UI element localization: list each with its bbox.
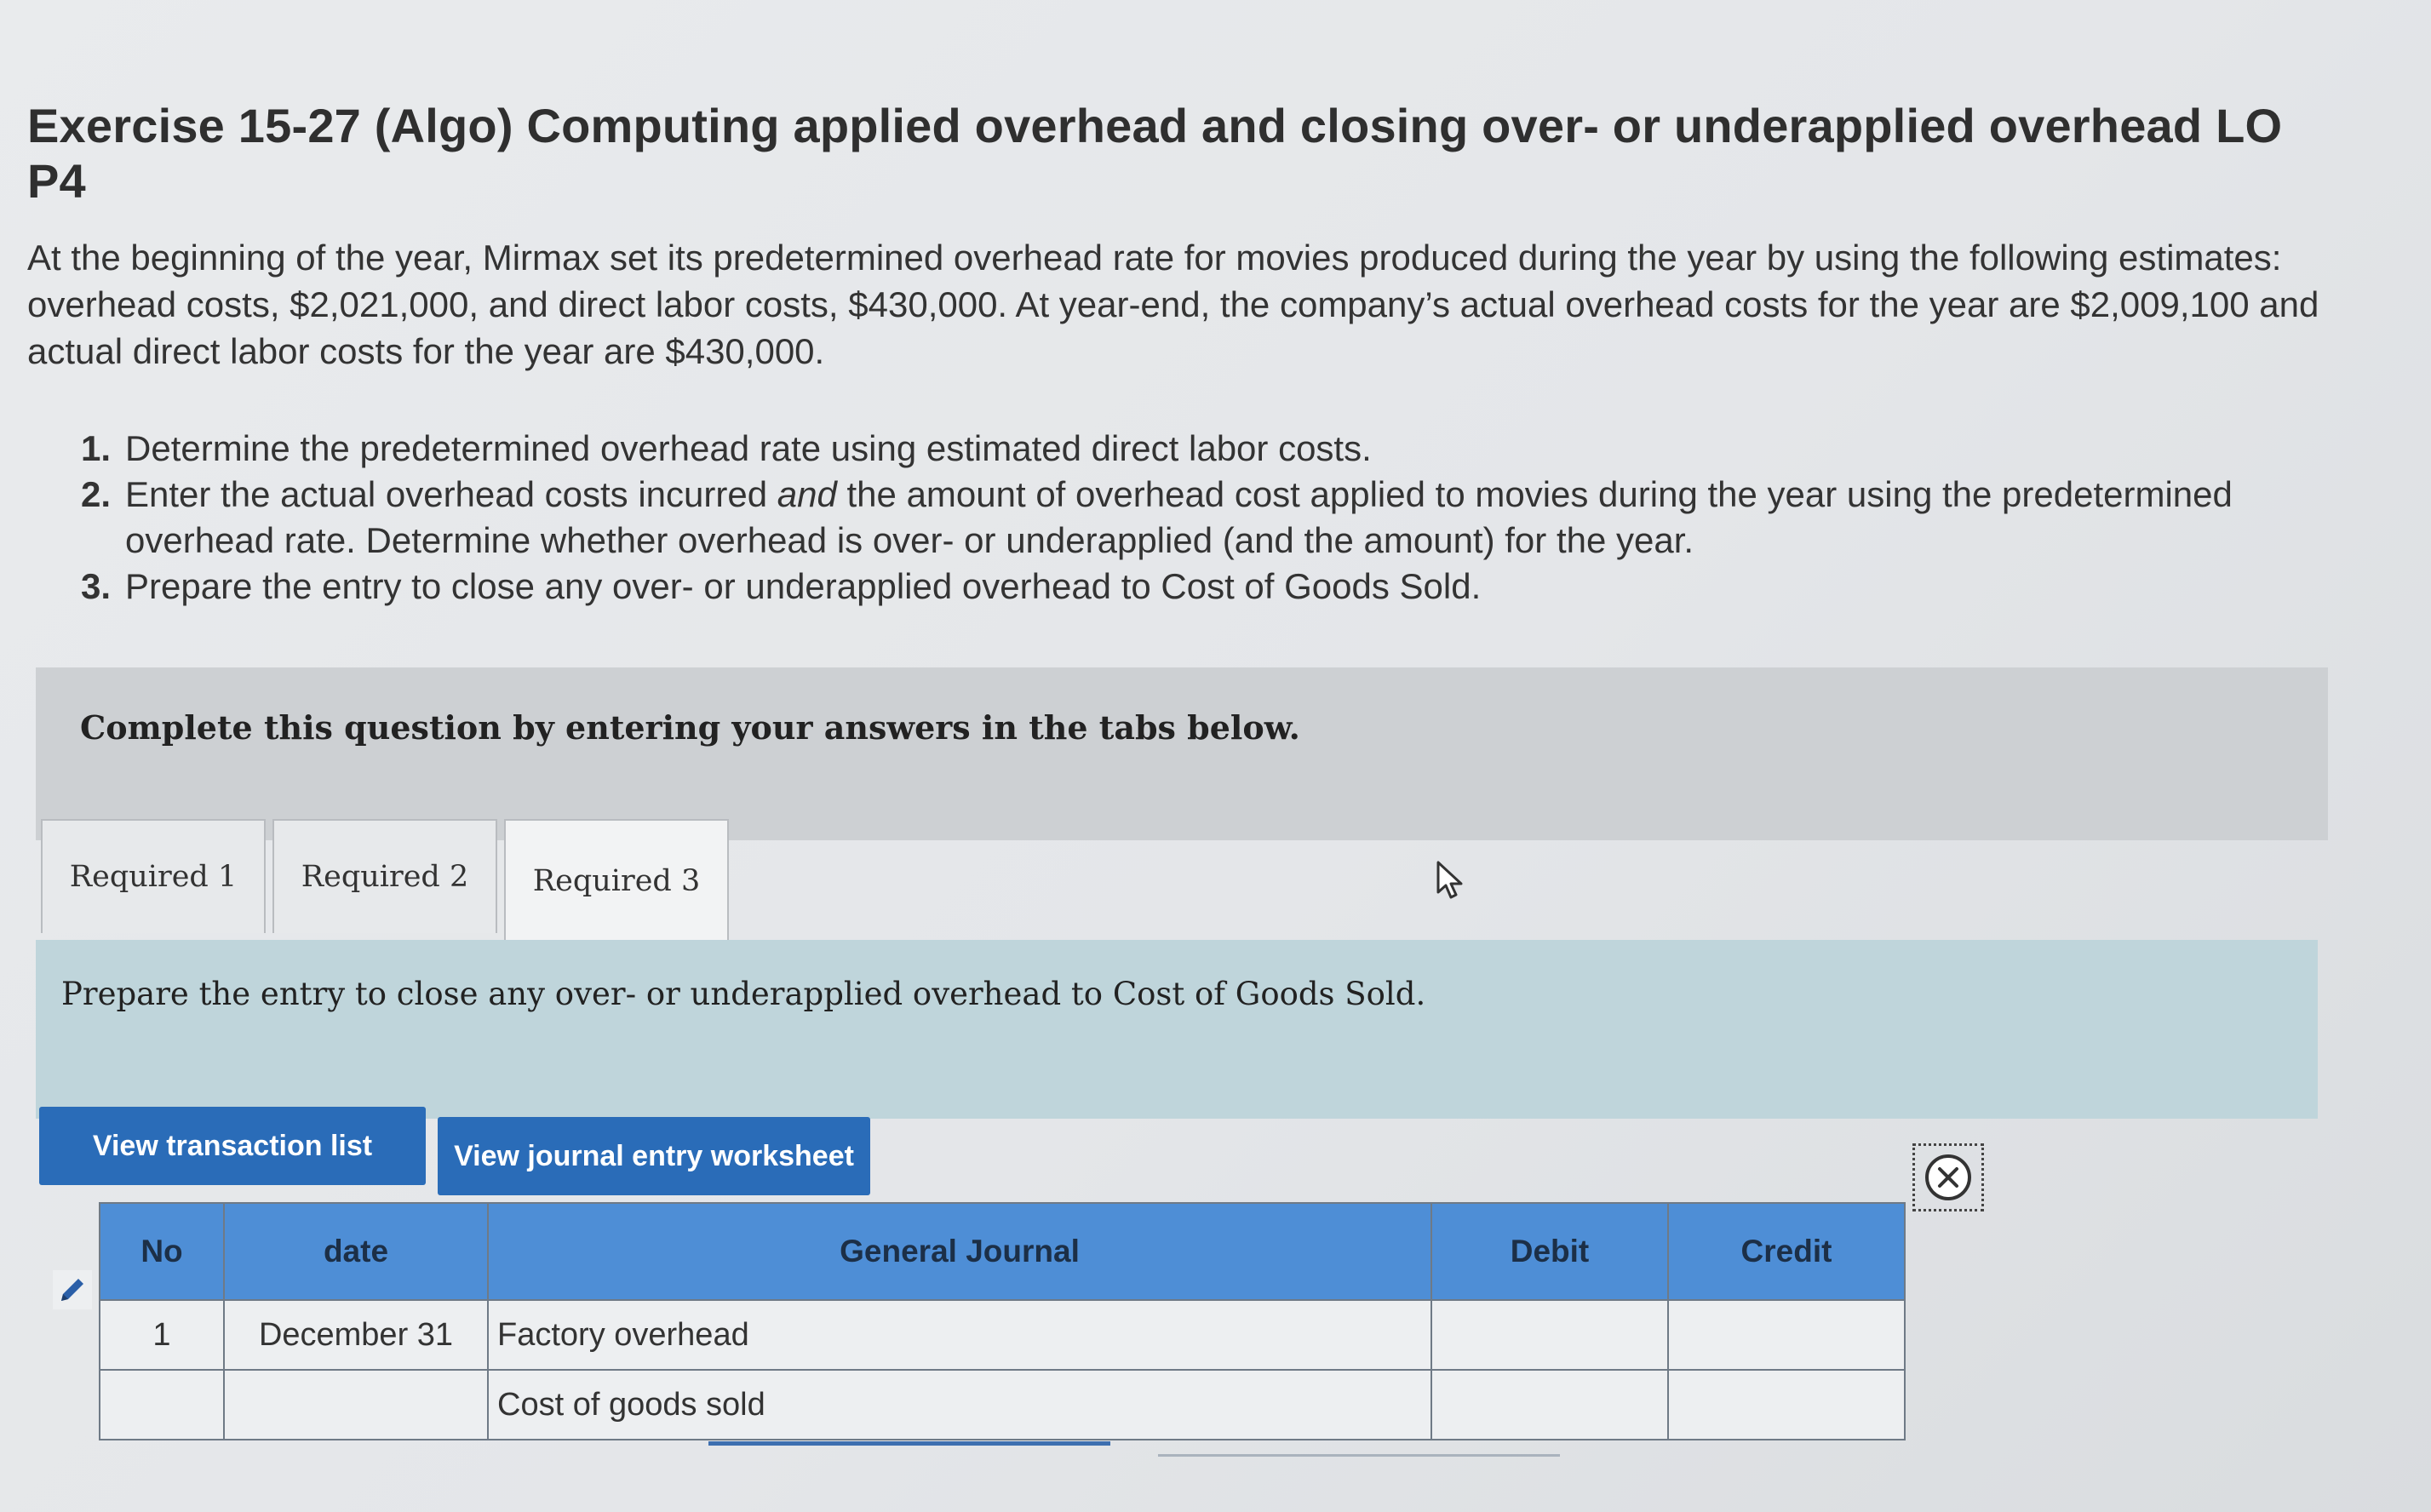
credit-cell[interactable]: [1667, 1299, 1906, 1371]
column-header-no: No: [99, 1202, 225, 1301]
view-journal-entry-worksheet-button[interactable]: View journal entry worksheet: [438, 1117, 870, 1195]
entry-date: [223, 1369, 489, 1440]
instruction-text: Prepare the entry to close any over- or …: [61, 976, 1426, 1012]
close-button[interactable]: [1912, 1143, 1984, 1211]
column-header-date: date: [223, 1202, 489, 1301]
column-header-debit: Debit: [1431, 1202, 1669, 1301]
requirement-text-part: Enter the actual overhead costs incurred: [125, 474, 777, 514]
requirement-item-1: 1. Determine the predetermined overhead …: [81, 426, 2312, 472]
debit-cell[interactable]: [1431, 1299, 1669, 1371]
requirement-text: Determine the predetermined overhead rat…: [125, 428, 1372, 468]
tab-instruction-panel: Prepare the entry to close any over- or …: [36, 940, 2318, 1119]
requirement-number: 1.: [81, 428, 112, 468]
table-header-row: No date General Journal Debit Credit: [99, 1202, 1906, 1301]
account-cell[interactable]: Cost of goods sold: [487, 1369, 1432, 1440]
entry-number: [99, 1369, 225, 1440]
credit-cell[interactable]: [1667, 1369, 1906, 1440]
tab-bar: Required 1 Required 2 Required 3: [41, 819, 736, 942]
requirement-text: Prepare the entry to close any over- or …: [125, 566, 1482, 606]
table-row: Cost of goods sold: [99, 1369, 1906, 1440]
requirement-number: 3.: [81, 566, 112, 606]
banner-text: Complete this question by entering your …: [80, 708, 1300, 747]
problem-intro: At the beginning of the year, Mirmax set…: [27, 238, 2319, 371]
requirements-list: 1. Determine the predetermined overhead …: [81, 426, 2312, 610]
progress-underline-active: [708, 1441, 1110, 1446]
requirement-text: Enter the actual overhead costs incurred…: [125, 472, 2312, 564]
requirement-number: 2.: [81, 474, 112, 514]
column-header-general-journal: General Journal: [487, 1202, 1432, 1301]
view-transaction-list-button[interactable]: View transaction list: [39, 1107, 426, 1185]
general-journal-table: No date General Journal Debit Credit 1 D…: [99, 1202, 1906, 1440]
close-circle-icon: [1925, 1154, 1971, 1200]
entry-date: December 31: [223, 1299, 489, 1371]
requirement-text-emphasis: and: [777, 474, 837, 514]
column-header-credit: Credit: [1667, 1202, 1906, 1301]
requirement-item-3: 3. Prepare the entry to close any over- …: [81, 564, 2312, 610]
pencil-icon[interactable]: [53, 1270, 92, 1309]
requirement-item-2: 2. Enter the actual overhead costs incur…: [81, 472, 2312, 564]
page-title: Exercise 15-27 (Algo) Computing applied …: [27, 99, 2283, 208]
account-cell[interactable]: Factory overhead: [487, 1299, 1432, 1371]
entry-number: 1: [99, 1299, 225, 1371]
progress-underline-inactive: [1158, 1454, 1560, 1457]
mouse-pointer-icon: [1436, 861, 1463, 899]
tab-required-3[interactable]: Required 3: [504, 819, 729, 942]
tab-required-2[interactable]: Required 2: [272, 819, 497, 933]
tab-required-1[interactable]: Required 1: [41, 819, 266, 933]
instructions-banner: Complete this question by entering your …: [36, 667, 2328, 840]
table-row: 1 December 31 Factory overhead: [99, 1299, 1906, 1371]
debit-cell[interactable]: [1431, 1369, 1669, 1440]
